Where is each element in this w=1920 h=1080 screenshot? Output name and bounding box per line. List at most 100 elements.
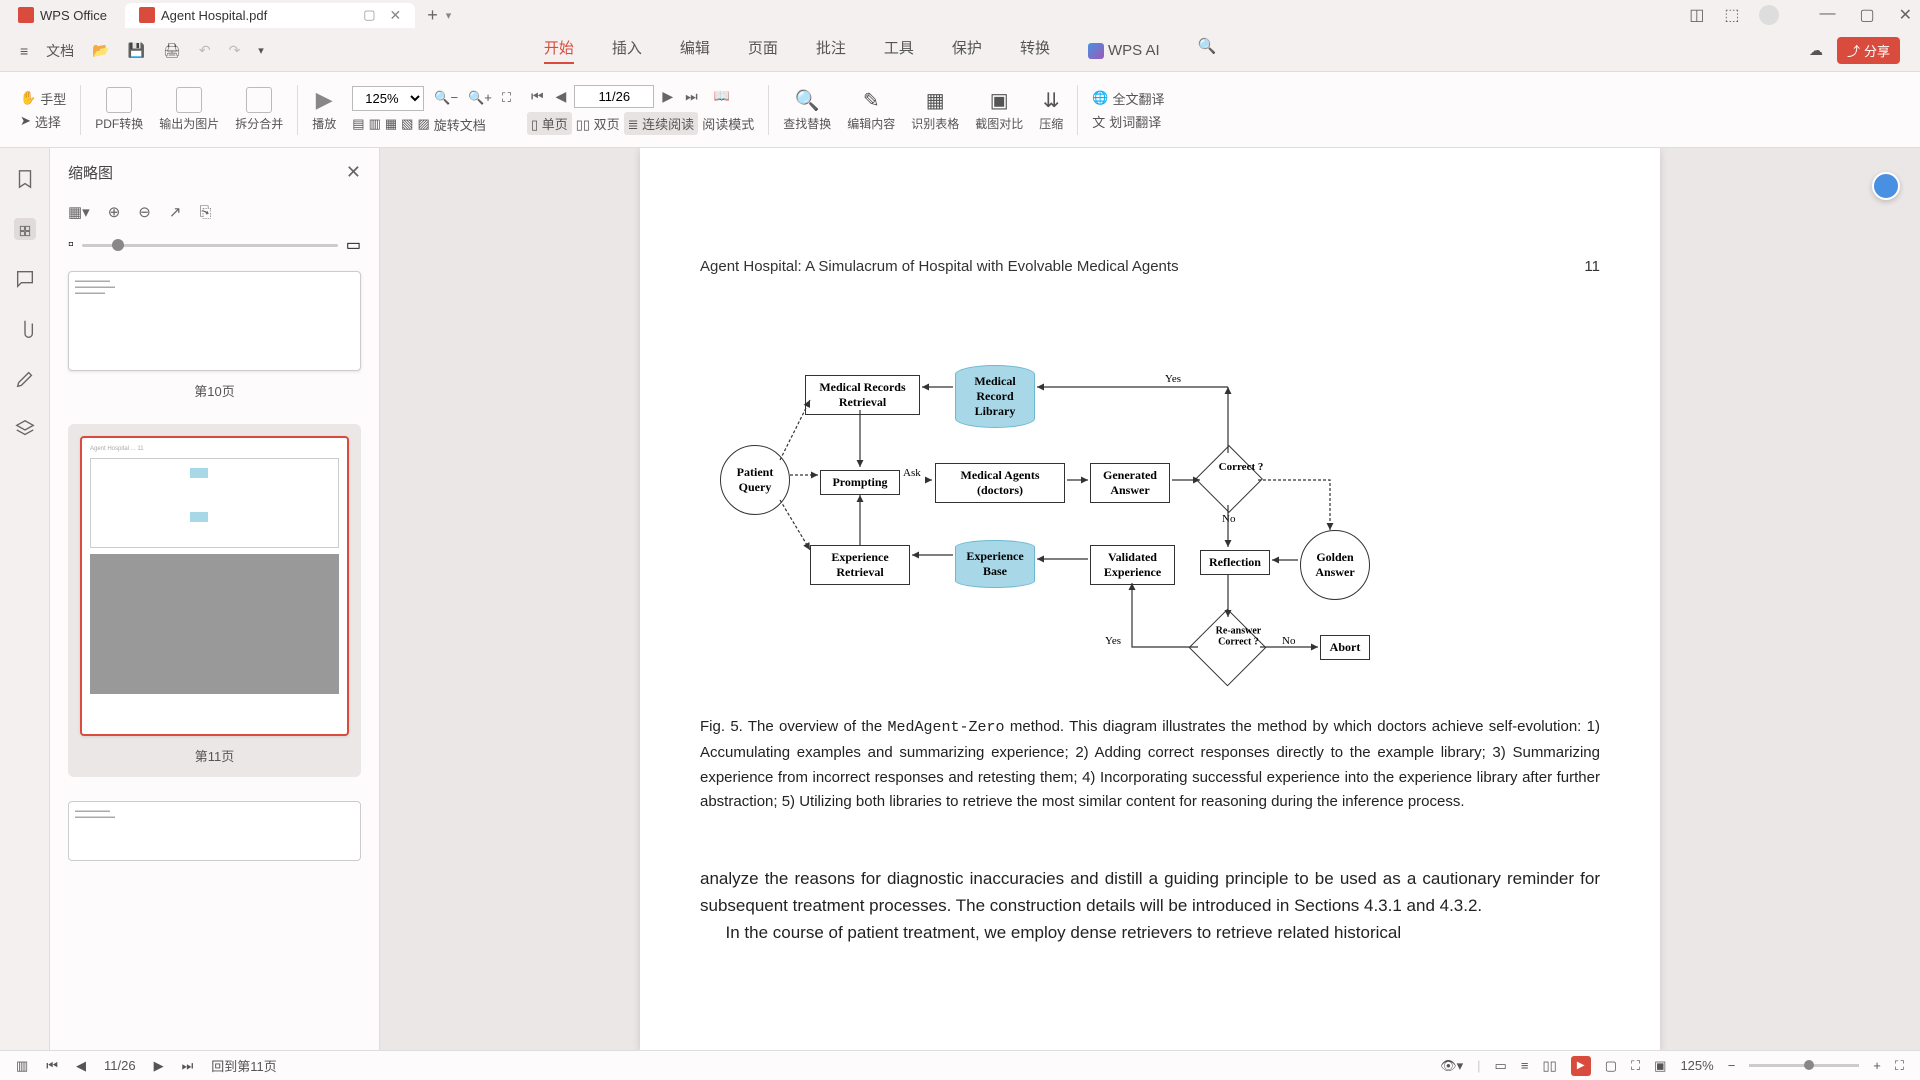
fullscreen-icon[interactable]: ⛶ [1895,1058,1904,1074]
next-page-button[interactable]: ▶ [658,88,677,105]
full-translate-button[interactable]: 🌐全文翻译 [1092,89,1164,108]
tab-dropdown-icon[interactable]: ▾ [446,9,452,22]
cloud-icon[interactable]: ☁ [1809,42,1823,59]
continuous-button[interactable]: ≣ 连续阅读 [624,112,699,135]
bookmark-icon[interactable] [14,168,36,190]
rotate-button[interactable]: 旋转文档 [434,115,486,134]
user-avatar-icon[interactable] [1759,5,1779,25]
open-icon[interactable]: 📂 [92,42,109,59]
view2-icon[interactable]: ≡ [1521,1058,1529,1073]
tab-start[interactable]: 开始 [544,37,574,64]
save-icon[interactable]: 💾 [128,42,145,59]
undo-icon[interactable]: ↶ [199,42,211,59]
wps-ai-button[interactable]: WPS AI [1088,37,1160,64]
page-layout2-icon[interactable]: ▥ [369,116,381,132]
tab-edit[interactable]: 编辑 [680,37,710,64]
page-input[interactable] [574,85,654,108]
grid-view-icon[interactable]: ▦▾ [68,203,90,221]
view1-icon[interactable]: ▭ [1495,1058,1507,1074]
minimize-button[interactable]: — [1819,5,1835,25]
thumb-size-slider[interactable] [82,244,338,247]
status-panel-icon[interactable]: ▥ [16,1058,28,1074]
status-back-to[interactable]: 回到第11页 [211,1056,277,1075]
status-last-icon[interactable]: ⏭ [182,1058,194,1074]
delete-page-icon[interactable]: ⊖ [138,203,151,221]
status-first-icon[interactable]: ⏮ [46,1058,58,1074]
tab-page[interactable]: 页面 [748,37,778,64]
view4-icon[interactable]: ▢ [1605,1058,1617,1074]
thumbnail-page-11[interactable]: Agent Hospital ... 11 第11页 [68,424,361,777]
maximize-button[interactable]: ▢ [1859,5,1874,25]
double-page-button[interactable]: ▯▯ 双页 [576,114,620,133]
view6-icon[interactable]: ▣ [1654,1058,1666,1074]
zoom-out-button[interactable]: − [1728,1058,1736,1073]
layout-icon[interactable]: ◫ [1689,5,1704,25]
page-layout1-icon[interactable]: ▤ [352,116,364,132]
prev-page-button[interactable]: ◀ [552,88,571,105]
copy-icon[interactable]: ⎘ [199,204,211,221]
record-button[interactable]: ▶ [1571,1056,1591,1076]
tab-insert[interactable]: 插入 [612,37,642,64]
tab-window-icon[interactable]: ▢ [363,7,375,23]
select-tool[interactable]: ➤选择 [20,112,66,131]
tab-annotate[interactable]: 批注 [816,37,846,64]
zoom-in-button[interactable]: + [1873,1058,1881,1073]
page-layout4-icon[interactable]: ▧ [401,116,413,132]
ai-assistant-button[interactable] [1872,172,1900,200]
zoom-out-icon[interactable]: 🔍− [434,90,458,106]
document-tab[interactable]: Agent Hospital.pdf ▢ ✕ [125,3,415,28]
share-button[interactable]: ⤴ 分享 [1837,37,1900,64]
add-tab-button[interactable]: + [427,5,438,26]
read-mode-button[interactable]: 阅读模式 [702,114,754,133]
view5-icon[interactable]: ⛶ [1631,1058,1640,1074]
extract-icon[interactable]: ↗ [169,203,182,221]
single-page-button[interactable]: ▯ 单页 [527,112,572,135]
thumbnail-icon[interactable] [14,218,36,240]
edit-content-button[interactable]: ✎编辑内容 [839,88,903,132]
view3-icon[interactable]: ▯▯ [1542,1058,1556,1074]
tab-convert[interactable]: 转换 [1020,37,1050,64]
first-page-button[interactable]: ⏮ [527,88,548,105]
document-viewport[interactable]: Agent Hospital: A Simulacrum of Hospital… [380,148,1920,1050]
page-layout3-icon[interactable]: ▦ [385,116,397,132]
word-translate-button[interactable]: 文划词翻译 [1092,112,1164,131]
file-menu[interactable]: 文档 [46,41,74,61]
recognize-table-button[interactable]: ▦识别表格 [903,88,967,132]
add-page-icon[interactable]: ⊕ [108,203,121,221]
last-page-button[interactable]: ⏭ [681,88,702,105]
pen-icon[interactable] [14,368,36,390]
split-merge-button[interactable]: 拆分合并 [227,87,291,132]
print-icon[interactable]: 🖨 [163,42,181,59]
pdf-convert-button[interactable]: PDF转换 [87,87,151,132]
search-icon[interactable]: 🔍 [1198,37,1217,64]
book-icon[interactable]: 📖 [714,88,730,104]
app-tab[interactable]: WPS Office [8,3,117,27]
find-replace-button[interactable]: 🔍查找替换 [775,88,839,132]
hamburger-icon[interactable]: ≡ [20,43,28,59]
attachment-icon[interactable] [14,318,36,340]
screenshot-compare-button[interactable]: ▣截图对比 [967,88,1031,132]
hand-tool[interactable]: ✋手型 [20,89,66,108]
zoom-select[interactable]: 125% [352,86,424,111]
thumbnail-page-12[interactable]: ▬▬▬▬▬▬▬▬▬▬▬▬▬▬▬ [68,801,361,861]
thumbnail-page-10[interactable]: ▬▬▬▬▬▬▬▬▬▬▬▬▬▬▬▬▬▬▬▬▬ 第10页 [68,271,361,400]
close-panel-icon[interactable]: ✕ [346,162,361,183]
fit-icon[interactable]: ⛶ [502,90,511,106]
eye-icon[interactable]: 👁▾ [1440,1058,1463,1074]
tab-protect[interactable]: 保护 [952,37,982,64]
cube-icon[interactable]: ⬚ [1724,5,1739,25]
page-layout5-icon[interactable]: ▨ [417,116,429,132]
comment-icon[interactable] [14,268,36,290]
tab-tools[interactable]: 工具 [884,37,914,64]
close-window-button[interactable]: ✕ [1899,5,1912,25]
status-next-icon[interactable]: ▶ [154,1058,164,1074]
close-tab-icon[interactable]: ✕ [389,7,401,24]
large-thumb-icon[interactable]: ▭ [346,235,361,255]
redo-icon[interactable]: ↷ [229,42,241,59]
small-thumb-icon[interactable]: ▫ [68,236,74,254]
export-image-button[interactable]: 输出为图片 [151,87,227,132]
compress-button[interactable]: ⇊压缩 [1031,88,1071,132]
zoom-slider[interactable] [1749,1064,1859,1067]
zoom-in-icon[interactable]: 🔍+ [468,90,492,106]
status-prev-icon[interactable]: ◀ [76,1058,86,1074]
